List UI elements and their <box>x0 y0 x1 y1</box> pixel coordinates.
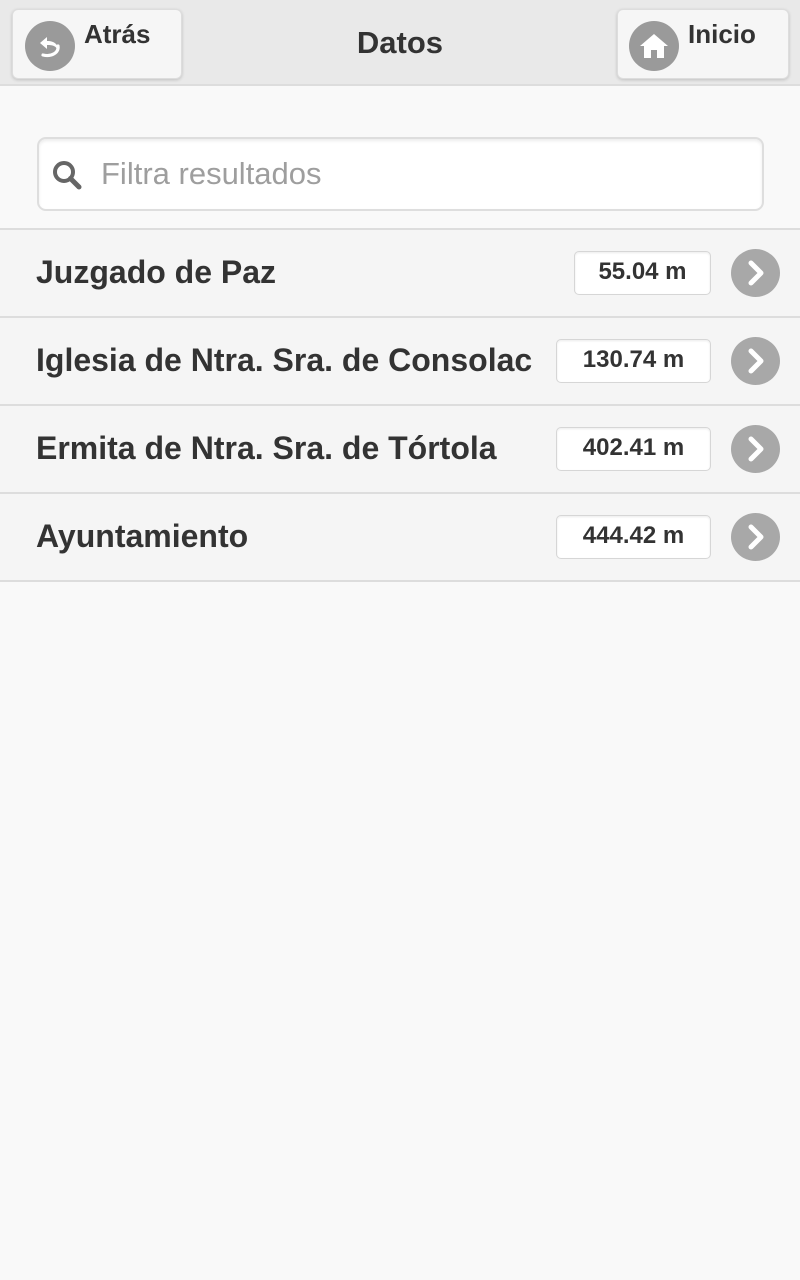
chevron-right-icon[interactable] <box>731 337 780 385</box>
chevron-right-icon[interactable] <box>731 249 780 297</box>
list-item-name: Ayuntamiento <box>36 518 249 554</box>
distance-badge: 55.04 m <box>574 251 711 295</box>
chevron-right-icon[interactable] <box>731 513 780 561</box>
search-input[interactable] <box>101 139 751 209</box>
list-item[interactable]: Ermita de Ntra. Sra. de Tórtola 402.41 m <box>0 406 800 494</box>
distance-badge: 402.41 m <box>556 427 711 471</box>
home-button[interactable]: Inicio <box>617 9 789 79</box>
distance-badge: 130.74 m <box>556 339 711 383</box>
back-button[interactable]: Atrás <box>12 9 182 79</box>
home-icon <box>629 21 679 71</box>
list-item-name: Iglesia de Ntra. Sra. de Consolac <box>36 342 533 378</box>
back-button-label: Atrás <box>84 19 151 49</box>
distance-badge: 444.42 m <box>556 515 711 559</box>
results-list: Juzgado de Paz 55.04 m Iglesia de Ntra. … <box>0 228 800 582</box>
list-item[interactable]: Iglesia de Ntra. Sra. de Consolac 130.74… <box>0 318 800 406</box>
page-title: Datos <box>356 25 444 60</box>
list-item[interactable]: Ayuntamiento 444.42 m <box>0 494 800 582</box>
back-arrow-icon <box>25 21 75 71</box>
list-item-name: Juzgado de Paz <box>36 254 277 290</box>
search-box <box>37 137 764 211</box>
chevron-right-icon[interactable] <box>731 425 780 473</box>
list-item-name: Ermita de Ntra. Sra. de Tórtola <box>36 430 497 466</box>
home-button-label: Inicio <box>688 19 756 49</box>
list-item[interactable]: Juzgado de Paz 55.04 m <box>0 230 800 318</box>
search-icon <box>53 161 82 190</box>
header-bar: Atrás Datos Inicio <box>0 0 800 86</box>
